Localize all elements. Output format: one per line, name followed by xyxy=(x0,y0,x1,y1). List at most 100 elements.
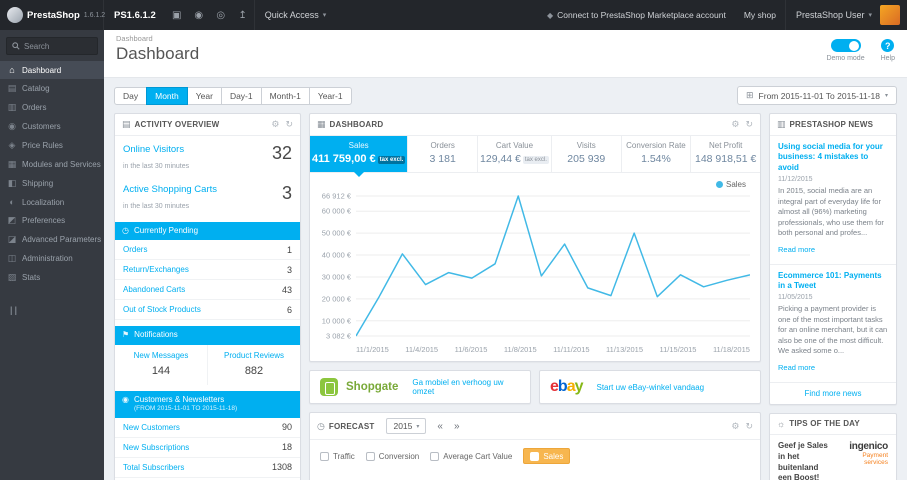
customers-label-link[interactable]: New Customers xyxy=(123,423,180,432)
gear-icon[interactable]: ⚙ xyxy=(731,421,739,432)
shop-name-link[interactable]: PS1.6.1.2 xyxy=(104,10,166,21)
sidebar-item-modules-and-services[interactable]: ▦ Modules and Services xyxy=(0,155,104,174)
kpi-orders[interactable]: Orders 3 181 xyxy=(408,136,479,172)
date-range-button[interactable]: ⊞ From 2015-11-01 To 2015-11-18 ▾ xyxy=(737,86,897,105)
range-day-button[interactable]: Day xyxy=(114,86,148,105)
sidebar-item-preferences[interactable]: ◩ Preferences xyxy=(0,211,104,230)
sidebar-item-orders[interactable]: ▥ Orders xyxy=(0,98,104,117)
gear-icon[interactable]: ⚙ xyxy=(731,119,739,130)
x-tick-label: 11/4/2015 xyxy=(405,345,439,354)
help-label: Help xyxy=(880,55,895,62)
forecast-toggle-conversion[interactable]: Conversion xyxy=(365,451,420,461)
checkbox-average-cart-value[interactable] xyxy=(430,451,440,461)
next-year-button[interactable]: » xyxy=(454,421,460,432)
marketplace-link[interactable]: ◆ Connect to PrestaShop Marketplace acco… xyxy=(538,0,735,30)
new-messages-link[interactable]: New Messages xyxy=(118,351,204,360)
pending-label-link[interactable]: Out of Stock Products xyxy=(123,305,201,314)
refresh-icon[interactable]: ↻ xyxy=(745,119,753,130)
product-reviews-link[interactable]: Product Reviews xyxy=(211,351,297,360)
read-more-link[interactable]: Read more xyxy=(778,245,815,254)
my-shop-link[interactable]: My shop xyxy=(735,0,785,30)
chart-x-axis: 11/1/2015 11/4/2015 11/6/2015 11/8/2015 11/1… xyxy=(356,341,750,359)
checkbox-traffic[interactable] xyxy=(320,451,329,461)
sidebar-item-shipping[interactable]: ◧ Shipping xyxy=(0,174,104,193)
active-carts-count: 3 xyxy=(281,183,292,203)
kpi-conversion-rate[interactable]: Conversion Rate 1.54% xyxy=(622,136,692,172)
notifications-header: ⚑ Notifications xyxy=(115,326,300,345)
online-visitors-link[interactable]: Online Visitors xyxy=(123,144,184,155)
ebay-link[interactable]: Start uw eBay-winkel vandaag xyxy=(597,383,705,392)
forecast-legend-label: Conversion xyxy=(378,451,420,461)
quick-access-menu[interactable]: Quick Access ▾ xyxy=(253,0,337,30)
prev-year-button[interactable]: « xyxy=(437,421,443,432)
customers-label-link[interactable]: New Subscriptions xyxy=(123,443,189,452)
customers-value: 1308 xyxy=(271,462,292,473)
news-article-title[interactable]: Using social media for your business: 4 … xyxy=(778,142,888,173)
user-menu[interactable]: PrestaShop User ▾ xyxy=(784,0,907,30)
profile-icon[interactable]: ◉ xyxy=(188,10,210,21)
active-carts-link[interactable]: Active Shopping Carts xyxy=(123,184,217,195)
chart-legend[interactable]: Sales xyxy=(715,180,746,189)
forecast-legend-label: Traffic xyxy=(333,451,355,461)
customers-label-link[interactable]: Total Subscribers xyxy=(123,463,184,472)
support-icon[interactable]: ◎ xyxy=(210,10,232,21)
new-messages-cell[interactable]: New Messages 144 xyxy=(115,344,208,385)
pending-row-abandoned-carts: Abandoned Carts 43 xyxy=(115,280,300,301)
forecast-year-select[interactable]: 2015 ▾ xyxy=(386,418,427,434)
kpi-label: Cart Value xyxy=(495,141,534,150)
kpi-cart-value[interactable]: Cart Value 129,44 € tax excl. xyxy=(478,136,552,172)
sidebar-item-catalog[interactable]: ▤ Catalog xyxy=(0,79,104,98)
refresh-icon[interactable]: ↻ xyxy=(285,119,293,130)
sidebar-item-advanced-parameters[interactable]: ◪ Advanced Parameters xyxy=(0,230,104,249)
sidebar-item-localization[interactable]: ◐ Localization xyxy=(0,193,104,211)
ebay-ad[interactable]: ebay Start uw eBay-winkel vandaag xyxy=(539,370,761,404)
pending-label-link[interactable]: Orders xyxy=(123,245,147,254)
forecast-toggle-average-cart-value[interactable]: Average Cart Value xyxy=(430,451,512,461)
sidebar-search[interactable] xyxy=(6,37,98,55)
menu-collapse-button[interactable]: || xyxy=(0,301,104,319)
read-more-link[interactable]: Read more xyxy=(778,363,815,372)
range-day-1-button[interactable]: Day-1 xyxy=(220,86,262,105)
range-month-1-button[interactable]: Month-1 xyxy=(260,86,310,105)
search-input[interactable] xyxy=(24,41,92,51)
pending-label-link[interactable]: Abandoned Carts xyxy=(123,285,185,294)
checkbox-conversion[interactable] xyxy=(365,451,375,461)
sidebar-item-price-rules[interactable]: ◈ Price Rules xyxy=(0,136,104,155)
news-article-title[interactable]: Ecommerce 101: Payments in a Tweet xyxy=(778,271,888,292)
kpi-row: Sales 411 759,00 € tax excl. Orders 3 181… xyxy=(310,136,760,177)
customers-row-total-subscribers: Total Subscribers 1308 xyxy=(115,458,300,478)
user-name: PrestaShop User xyxy=(795,10,865,20)
checkbox-sales[interactable] xyxy=(530,451,540,461)
sidebar-item-customers[interactable]: ◉ Customers xyxy=(0,117,104,136)
sidebar-item-label: Price Rules xyxy=(22,141,63,150)
ingenico-wordmark: ingenico xyxy=(849,440,888,452)
kpi-sales[interactable]: Sales 411 759,00 € tax excl. xyxy=(310,136,409,177)
find-more-news-link[interactable]: Find more news xyxy=(770,383,896,404)
user-avatar xyxy=(880,5,900,25)
pending-label-link[interactable]: Return/Exchanges xyxy=(123,265,189,274)
help-icon[interactable]: ? xyxy=(881,39,895,52)
sidebar-item-stats[interactable]: ▨ Stats xyxy=(0,268,104,287)
prestashop-logo[interactable]: PrestaShop 1.6.1.2 xyxy=(0,0,105,30)
kpi-net-profit[interactable]: Net Profit 148 918,51 € xyxy=(691,136,760,172)
kpi-visits[interactable]: Visits 205 939 xyxy=(552,136,622,172)
shopgate-link[interactable]: Ga mobiel en verhoog uw omzet xyxy=(412,378,520,396)
sidebar-item-administration[interactable]: ◫ Administration xyxy=(0,249,104,268)
caret-down-icon: ▾ xyxy=(868,12,872,19)
demo-mode-toggle[interactable] xyxy=(830,39,861,52)
forecast-toggle-traffic[interactable]: Traffic xyxy=(320,451,355,461)
refresh-icon[interactable]: ↻ xyxy=(745,421,753,432)
panel-title: Forecast xyxy=(328,421,375,431)
range-month-button[interactable]: Month xyxy=(146,86,188,105)
import-icon[interactable]: ↥ xyxy=(232,10,254,21)
range-year-button[interactable]: Year xyxy=(186,86,222,105)
y-tick-label: 40 000 € xyxy=(321,250,351,260)
section-title: Notifications xyxy=(134,330,178,340)
sidebar-item-dashboard[interactable]: ⌂ Dashboard xyxy=(0,61,104,79)
shopgate-ad[interactable]: Shopgate Ga mobiel en verhoog uw omzet xyxy=(309,370,531,404)
forecast-toggle-sales[interactable]: Sales xyxy=(523,448,571,464)
product-reviews-cell[interactable]: Product Reviews 882 xyxy=(208,345,300,385)
gear-icon[interactable]: ⚙ xyxy=(271,119,279,130)
range-year-1-button[interactable]: Year-1 xyxy=(308,86,352,105)
cart-icon[interactable]: ▣ xyxy=(166,10,188,21)
